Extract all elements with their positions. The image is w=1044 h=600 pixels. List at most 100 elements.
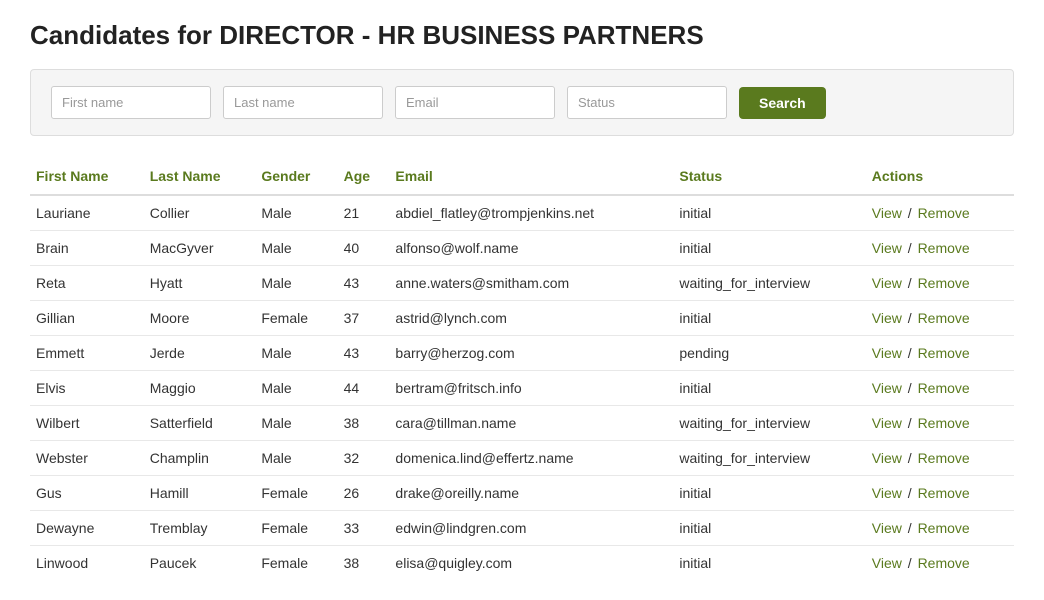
cell-firstname: Linwood bbox=[30, 546, 144, 581]
cell-lastname: Jerde bbox=[144, 336, 256, 371]
cell-lastname: Satterfield bbox=[144, 406, 256, 441]
cell-firstname: Webster bbox=[30, 441, 144, 476]
view-link[interactable]: View bbox=[872, 240, 902, 256]
view-link[interactable]: View bbox=[872, 275, 902, 291]
col-gender: Gender bbox=[255, 160, 337, 195]
remove-link[interactable]: Remove bbox=[918, 240, 970, 256]
col-firstname: First Name bbox=[30, 160, 144, 195]
remove-link[interactable]: Remove bbox=[918, 485, 970, 501]
view-link[interactable]: View bbox=[872, 450, 902, 466]
action-separator: / bbox=[904, 205, 916, 221]
cell-lastname: Paucek bbox=[144, 546, 256, 581]
view-link[interactable]: View bbox=[872, 205, 902, 221]
cell-gender: Male bbox=[255, 371, 337, 406]
remove-link[interactable]: Remove bbox=[918, 380, 970, 396]
remove-link[interactable]: Remove bbox=[918, 345, 970, 361]
table-row: WebsterChamplinMale32domenica.lind@effer… bbox=[30, 441, 1014, 476]
email-input[interactable] bbox=[395, 86, 555, 119]
action-separator: / bbox=[904, 415, 916, 431]
cell-email: drake@oreilly.name bbox=[389, 476, 673, 511]
cell-lastname: Moore bbox=[144, 301, 256, 336]
cell-gender: Male bbox=[255, 336, 337, 371]
cell-firstname: Lauriane bbox=[30, 195, 144, 231]
table-header: First Name Last Name Gender Age Email St… bbox=[30, 160, 1014, 195]
cell-age: 26 bbox=[338, 476, 390, 511]
cell-lastname: Maggio bbox=[144, 371, 256, 406]
remove-link[interactable]: Remove bbox=[918, 450, 970, 466]
view-link[interactable]: View bbox=[872, 380, 902, 396]
col-email: Email bbox=[389, 160, 673, 195]
cell-lastname: Hyatt bbox=[144, 266, 256, 301]
cell-gender: Male bbox=[255, 195, 337, 231]
cell-status: initial bbox=[673, 195, 865, 231]
actions-cell: View / Remove bbox=[866, 266, 1014, 301]
view-link[interactable]: View bbox=[872, 520, 902, 536]
cell-firstname: Wilbert bbox=[30, 406, 144, 441]
cell-lastname: Champlin bbox=[144, 441, 256, 476]
cell-status: waiting_for_interview bbox=[673, 441, 865, 476]
table-row: EmmettJerdeMale43barry@herzog.compending… bbox=[30, 336, 1014, 371]
cell-email: domenica.lind@effertz.name bbox=[389, 441, 673, 476]
action-separator: / bbox=[904, 310, 916, 326]
cell-age: 43 bbox=[338, 266, 390, 301]
cell-lastname: Collier bbox=[144, 195, 256, 231]
header-row: First Name Last Name Gender Age Email St… bbox=[30, 160, 1014, 195]
status-input[interactable] bbox=[567, 86, 727, 119]
cell-gender: Male bbox=[255, 406, 337, 441]
cell-age: 33 bbox=[338, 511, 390, 546]
view-link[interactable]: View bbox=[872, 485, 902, 501]
actions-cell: View / Remove bbox=[866, 441, 1014, 476]
cell-firstname: Reta bbox=[30, 266, 144, 301]
cell-firstname: Gus bbox=[30, 476, 144, 511]
cell-email: bertram@fritsch.info bbox=[389, 371, 673, 406]
actions-cell: View / Remove bbox=[866, 511, 1014, 546]
search-bar: Search bbox=[30, 69, 1014, 136]
table-row: GillianMooreFemale37astrid@lynch.cominit… bbox=[30, 301, 1014, 336]
remove-link[interactable]: Remove bbox=[918, 555, 970, 571]
actions-cell: View / Remove bbox=[866, 476, 1014, 511]
cell-age: 40 bbox=[338, 231, 390, 266]
cell-status: initial bbox=[673, 511, 865, 546]
cell-email: astrid@lynch.com bbox=[389, 301, 673, 336]
cell-status: initial bbox=[673, 301, 865, 336]
cell-age: 32 bbox=[338, 441, 390, 476]
remove-link[interactable]: Remove bbox=[918, 415, 970, 431]
cell-firstname: Elvis bbox=[30, 371, 144, 406]
cell-age: 44 bbox=[338, 371, 390, 406]
cell-gender: Female bbox=[255, 546, 337, 581]
cell-status: initial bbox=[673, 476, 865, 511]
actions-cell: View / Remove bbox=[866, 231, 1014, 266]
cell-status: initial bbox=[673, 371, 865, 406]
cell-firstname: Emmett bbox=[30, 336, 144, 371]
actions-cell: View / Remove bbox=[866, 301, 1014, 336]
remove-link[interactable]: Remove bbox=[918, 205, 970, 221]
table-row: LaurianeCollierMale21abdiel_flatley@trom… bbox=[30, 195, 1014, 231]
cell-email: cara@tillman.name bbox=[389, 406, 673, 441]
view-link[interactable]: View bbox=[872, 310, 902, 326]
lastname-input[interactable] bbox=[223, 86, 383, 119]
remove-link[interactable]: Remove bbox=[918, 310, 970, 326]
cell-age: 21 bbox=[338, 195, 390, 231]
search-button[interactable]: Search bbox=[739, 87, 826, 119]
cell-gender: Male bbox=[255, 266, 337, 301]
table-row: LinwoodPaucekFemale38elisa@quigley.comin… bbox=[30, 546, 1014, 581]
cell-firstname: Gillian bbox=[30, 301, 144, 336]
view-link[interactable]: View bbox=[872, 415, 902, 431]
cell-lastname: Hamill bbox=[144, 476, 256, 511]
cell-email: anne.waters@smitham.com bbox=[389, 266, 673, 301]
firstname-input[interactable] bbox=[51, 86, 211, 119]
view-link[interactable]: View bbox=[872, 345, 902, 361]
action-separator: / bbox=[904, 485, 916, 501]
actions-cell: View / Remove bbox=[866, 195, 1014, 231]
view-link[interactable]: View bbox=[872, 555, 902, 571]
page-wrapper: Candidates for DIRECTOR - HR BUSINESS PA… bbox=[0, 0, 1044, 600]
col-lastname: Last Name bbox=[144, 160, 256, 195]
actions-cell: View / Remove bbox=[866, 371, 1014, 406]
action-separator: / bbox=[904, 450, 916, 466]
candidates-table: First Name Last Name Gender Age Email St… bbox=[30, 160, 1014, 580]
cell-age: 43 bbox=[338, 336, 390, 371]
remove-link[interactable]: Remove bbox=[918, 520, 970, 536]
cell-status: initial bbox=[673, 231, 865, 266]
remove-link[interactable]: Remove bbox=[918, 275, 970, 291]
action-separator: / bbox=[904, 345, 916, 361]
